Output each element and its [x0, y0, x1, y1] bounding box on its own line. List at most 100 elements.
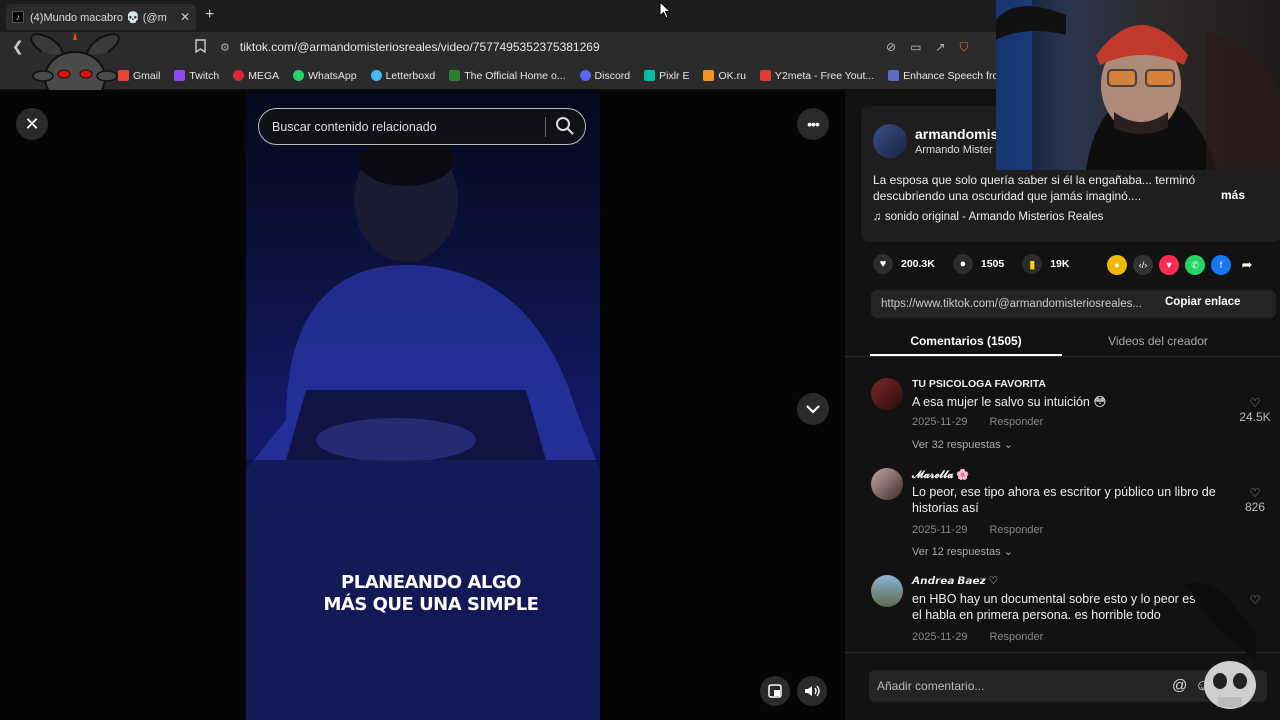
comment-count: 1505 [980, 258, 1005, 270]
heart-outline-icon[interactable]: ♡ [1235, 486, 1275, 500]
brave-shield-icon[interactable]: ⛉ [959, 40, 968, 55]
tabs-divider [845, 356, 1280, 357]
commenter-name[interactable]: 𝘼𝙣𝙙𝙧𝙚𝙖 𝘽𝙖𝙚𝙯 ♡ [912, 575, 998, 587]
bookmark-twitch[interactable]: Twitch [174, 70, 219, 82]
tab-creator-videos[interactable]: Videos del creador [1062, 326, 1254, 356]
more-options-button[interactable]: ••• [797, 108, 829, 140]
heart-outline-icon[interactable]: ♡ [1235, 396, 1275, 410]
sound-link[interactable]: ♫ sonido original - Armando Misterios Re… [873, 211, 1103, 223]
twitch-icon [174, 70, 186, 81]
browser-tab[interactable]: ♪ (4)Mundo macabro 💀 (@m ✕ [6, 4, 196, 30]
comment-date: 2025-11-29 [912, 416, 968, 428]
search-divider [545, 117, 546, 137]
cast-icon[interactable]: ▭ [910, 40, 921, 55]
video-caption: PLANEANDO ALGO MÁS QUE UNA SIMPLE [246, 572, 616, 616]
like-icon[interactable]: ♥ [873, 254, 893, 274]
save-icon[interactable]: ▮ [1022, 254, 1043, 274]
comment-like[interactable]: ♡ 24.5K [1235, 396, 1275, 424]
view-replies-link[interactable]: Ver 12 respuestas ⌄ [912, 545, 1013, 558]
expand-description-link[interactable]: más [1221, 188, 1245, 202]
reply-button[interactable]: Responder [989, 524, 1043, 536]
okru-icon [703, 70, 715, 81]
no-translate-icon[interactable]: ⊘ [886, 40, 896, 55]
coin-icon[interactable]: ● [1107, 255, 1127, 275]
url-field[interactable]: ⚙ tiktok.com/@armandomisteriosreales/vid… [220, 36, 990, 58]
volume-button[interactable] [797, 676, 827, 706]
leaf-icon [449, 70, 461, 81]
commenter-avatar[interactable] [871, 468, 903, 500]
more-share-icon[interactable]: ➦ [1237, 255, 1257, 275]
commenter-name[interactable]: TU PSICOLOGA FAVORITA [912, 378, 1046, 390]
bookmark-pixlr[interactable]: Pixlr E [644, 70, 689, 82]
new-tab-button[interactable]: + [205, 6, 214, 24]
search-icon[interactable] [555, 116, 575, 139]
comment-meta: 2025-11-29 Responder [912, 631, 1065, 643]
address-bar-actions: ⊘ ▭ ↗ ⛉ [886, 40, 968, 55]
caption-line-2: MÁS QUE UNA SIMPLE [323, 594, 539, 615]
add-comment-placeholder: Añadir comentario... [877, 679, 985, 693]
author-username[interactable]: armandomis [915, 126, 998, 142]
y2meta-icon [759, 70, 771, 81]
save-count: 19K [1050, 258, 1070, 270]
video-description: La esposa que solo quería saber si él la… [873, 173, 1196, 203]
video-link-text: https://www.tiktok.com/@armandomisterios… [881, 298, 1142, 310]
facebook-share-icon[interactable]: f [1211, 255, 1231, 275]
embed-code-icon[interactable]: ‹/› [1133, 255, 1153, 275]
raven-skull-overlay-icon [1185, 582, 1257, 709]
chevron-down-icon [806, 405, 820, 414]
next-video-button[interactable] [797, 393, 829, 425]
picture-in-picture-button[interactable] [760, 676, 790, 706]
comment-text: A esa mujer le salvo su intuición 😳 [912, 395, 1107, 409]
author-avatar[interactable] [873, 124, 907, 158]
commenter-avatar[interactable] [871, 378, 903, 410]
reply-button[interactable]: Responder [989, 631, 1043, 643]
share-icon[interactable]: ↗ [935, 40, 945, 55]
video-frame-illustration [246, 134, 600, 720]
video-player[interactable] [246, 90, 600, 720]
copy-link-button[interactable]: Copiar enlace [1165, 296, 1240, 308]
mouse-cursor-icon [659, 1, 671, 19]
tab-comments[interactable]: Comentarios (1505) [870, 326, 1062, 356]
whatsapp-share-icon[interactable]: ✆ [1185, 255, 1205, 275]
bookmark-enhance-speech[interactable]: Enhance Speech fro... [888, 70, 1007, 82]
related-search-input[interactable]: Buscar contenido relacionado [258, 108, 586, 145]
like-count: 200.3K [901, 258, 935, 270]
enhance-speech-icon [888, 70, 900, 81]
view-replies-link[interactable]: Ver 32 respuestas ⌄ [912, 438, 1013, 451]
tab-title: (4)Mundo macabro 💀 (@m [30, 11, 167, 24]
engagement-actions: ♥ 200.3K ● 1505 ▮ 19K [873, 254, 1069, 274]
comment-date: 2025-11-29 [912, 524, 968, 536]
close-video-button[interactable]: ✕ [16, 108, 48, 140]
url-text: tiktok.com/@armandomisteriosreales/video… [239, 40, 600, 54]
search-placeholder: Buscar contenido relacionado [272, 119, 437, 134]
letterboxd-icon [370, 70, 382, 81]
bookmark-okru[interactable]: OK.ru [703, 70, 746, 82]
comment-like-count: 826 [1244, 500, 1266, 514]
share-buttons: ● ‹/› ▼ ✆ f ➦ [1107, 255, 1257, 275]
send-to-friends-icon[interactable]: ▼ [1159, 255, 1179, 275]
sound-label: sonido original - Armando Misterios Real… [884, 211, 1104, 223]
tiktok-favicon-icon: ♪ [12, 11, 24, 23]
bookmark-official-home[interactable]: The Official Home o... [449, 70, 566, 82]
commenter-avatar[interactable] [871, 575, 903, 607]
tab-close-icon[interactable]: ✕ [180, 10, 190, 24]
bookmark-whatsapp[interactable]: WhatsApp [293, 70, 357, 82]
pip-icon [768, 684, 782, 698]
music-note-icon: ♫ [873, 211, 885, 223]
caption-line-1: PLANEANDO ALGO [341, 572, 521, 593]
comment-like[interactable]: ♡ 826 [1235, 486, 1275, 514]
reply-button[interactable]: Responder [989, 416, 1043, 428]
comment-text: en HBO hay un documental sobre esto y lo… [912, 592, 1220, 622]
whatsapp-icon [293, 70, 305, 81]
commenter-name[interactable]: 𝓜𝓪𝓻𝓮𝓵𝓵𝓪 🌸 [912, 468, 970, 482]
bookmark-icon[interactable] [195, 39, 206, 56]
comment-meta: 2025-11-29 Responder [912, 416, 1065, 428]
comment-date: 2025-11-29 [912, 631, 968, 643]
comment-icon[interactable]: ● [952, 254, 973, 274]
bookmark-discord[interactable]: Discord [579, 70, 630, 82]
site-info-icon[interactable]: ⚙ [220, 41, 230, 54]
comment-meta: 2025-11-29 Responder [912, 524, 1065, 536]
bookmark-letterboxd[interactable]: Letterboxd [370, 70, 435, 82]
bookmark-mega[interactable]: MEGA [233, 70, 279, 82]
bookmark-y2meta[interactable]: Y2meta - Free Yout... [759, 70, 874, 82]
